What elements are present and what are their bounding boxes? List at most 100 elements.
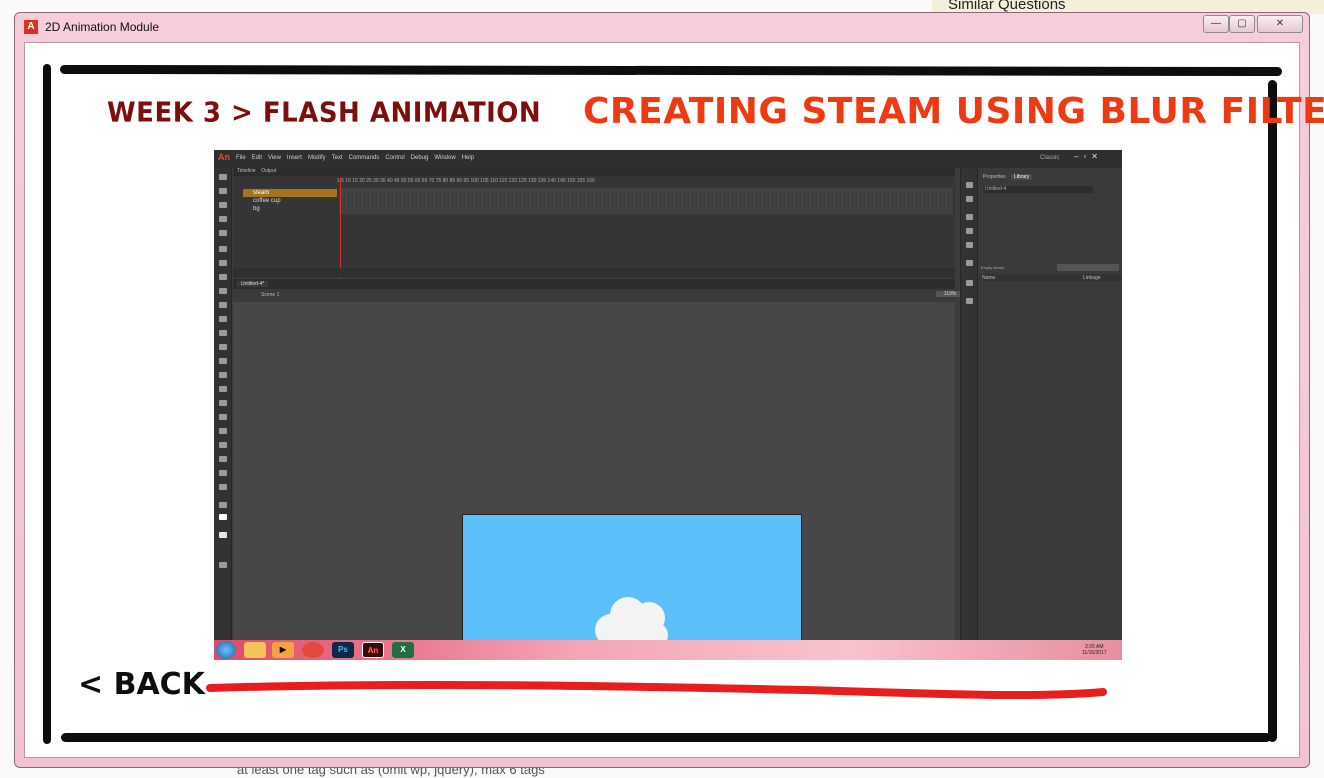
library-column-header: Name Linkage [979, 274, 1122, 281]
stage-area [233, 302, 955, 660]
align-icon [966, 214, 973, 220]
camera-tool-icon [219, 456, 227, 462]
transform-panel-icon [966, 242, 973, 248]
3d-tool-icon [219, 216, 227, 222]
panel-tabs: Properties Library [979, 174, 1122, 182]
components-icon [966, 298, 973, 304]
panel-icons-column [960, 168, 978, 640]
swap-colors-icon [219, 532, 227, 538]
tab-output: Output [261, 168, 277, 174]
menu-item: View [268, 155, 281, 161]
color-panel-icon [966, 182, 973, 188]
scene-label: Scene 1 [261, 292, 280, 298]
app-logo-icon: A [24, 20, 38, 34]
paint-brush-tool-icon [219, 358, 227, 364]
info-icon [966, 228, 973, 234]
frame-stroke-bottom [61, 733, 1271, 742]
pen-tool-icon [219, 246, 227, 252]
column-name: Name [982, 275, 996, 281]
zoom-tool-icon [219, 484, 227, 490]
subselect-tool-icon [219, 188, 227, 194]
stage [462, 514, 802, 660]
back-button[interactable]: < BACK [78, 667, 205, 702]
playhead [340, 178, 341, 278]
chrome-icon [302, 642, 324, 658]
taskbar-clock: 2:26 AM 11/16/2017 [1082, 644, 1107, 656]
timeline-controls [233, 268, 955, 277]
eyedropper-tool-icon [219, 414, 227, 420]
menu-item: Window [434, 155, 456, 161]
workspace-switcher: Classic [1040, 155, 1060, 161]
menu-item: Debug [410, 155, 429, 161]
library-empty-label: Empty library [981, 265, 1005, 270]
animate-menubar: An File Edit View Insert Modify Text Com… [214, 150, 1122, 168]
breadcrumb: WEEK 3 > FLASH ANIMATION [107, 97, 542, 129]
width-tool-icon [219, 442, 227, 448]
swatches-icon [966, 196, 973, 202]
layer-coffee-cup: coffee cup [253, 198, 281, 204]
text-tool-icon [219, 260, 227, 266]
maximize-button[interactable]: ▢ [1229, 15, 1255, 33]
selection-tool-icon [219, 174, 227, 180]
minimize-button[interactable]: — [1203, 15, 1229, 33]
column-linkage: Linkage [1083, 275, 1101, 281]
menu-item: Commands [348, 155, 380, 161]
excel-icon: X [392, 642, 414, 658]
close-button[interactable]: ✕ [1257, 15, 1303, 33]
document-tabs: Untitled-4* [233, 279, 955, 289]
menu-item: Help [461, 155, 475, 161]
layer-steam: steam [243, 189, 337, 197]
window-title: 2D Animation Module [45, 20, 160, 34]
layer-bg: bg [253, 206, 260, 212]
menu-item: Edit [251, 155, 263, 161]
tab-properties: Properties [983, 174, 1006, 180]
menu-item: Insert [286, 155, 302, 161]
animate-menu: File Edit View Insert Modify Text Comman… [236, 155, 474, 161]
motion-presets-icon [966, 280, 973, 286]
window-titlebar[interactable]: A 2D Animation Module — ▢ ✕ [15, 13, 1309, 41]
menu-item: Text [331, 155, 343, 161]
pencil-tool-icon [219, 330, 227, 336]
animate-window-controls: –▫✕ [1074, 152, 1103, 161]
fill-color-icon [219, 514, 227, 520]
line-tool-icon [219, 274, 227, 280]
menu-item: Control [385, 155, 405, 161]
properties-library-panel: Properties Library Untitled-4 Empty libr… [979, 168, 1122, 640]
tools-panel [214, 168, 232, 640]
frame-stroke-left [43, 64, 51, 744]
lasso-tool-icon [219, 230, 227, 236]
frame-ruler: 1 5 10 15 20 25 30 35 40 45 50 55 60 65 … [337, 178, 595, 184]
hand-tool-icon [219, 470, 227, 476]
timeline-frames [339, 188, 953, 214]
coffee-scene [463, 515, 801, 660]
animate-screenshot: An File Edit View Insert Modify Text Com… [214, 150, 1122, 660]
library-document-select: Untitled-4 [983, 186, 1093, 193]
polystar-tool-icon [219, 316, 227, 322]
library-search-field [1057, 264, 1119, 271]
tab-timeline: Timeline [237, 168, 256, 174]
back-underline [206, 680, 1107, 700]
oval-tool-icon [219, 302, 227, 308]
code-snippets-icon [966, 260, 973, 266]
file-explorer-icon [244, 642, 266, 658]
menu-item: File [236, 155, 246, 161]
scene-bar: Scene 1 119% [233, 289, 964, 301]
bone-tool-icon [219, 372, 227, 378]
animate-logo-icon: An [218, 152, 230, 162]
snap-icon [219, 562, 227, 568]
media-player-icon: ▶ [272, 642, 294, 658]
frame-stroke-right [1268, 80, 1277, 742]
transform-tool-icon [219, 202, 227, 208]
timeline-panel: Timeline Output 1 5 10 15 20 25 30 35 40… [233, 168, 955, 278]
menu-item: Modify [307, 155, 326, 161]
brush-tool-icon [219, 344, 227, 350]
rectangle-tool-icon [219, 288, 227, 294]
tab-library: Library [1011, 174, 1033, 180]
animate-icon: An [362, 642, 384, 658]
timeline-tabs: Timeline Output [233, 168, 955, 176]
clock-date: 11/16/2017 [1082, 650, 1107, 656]
eraser-tool-icon [219, 428, 227, 434]
stroke-color-icon [219, 502, 227, 508]
lesson-title: CREATING STEAM USING BLUR FILTER [583, 91, 1324, 132]
ink-bottle-tool-icon [219, 400, 227, 406]
